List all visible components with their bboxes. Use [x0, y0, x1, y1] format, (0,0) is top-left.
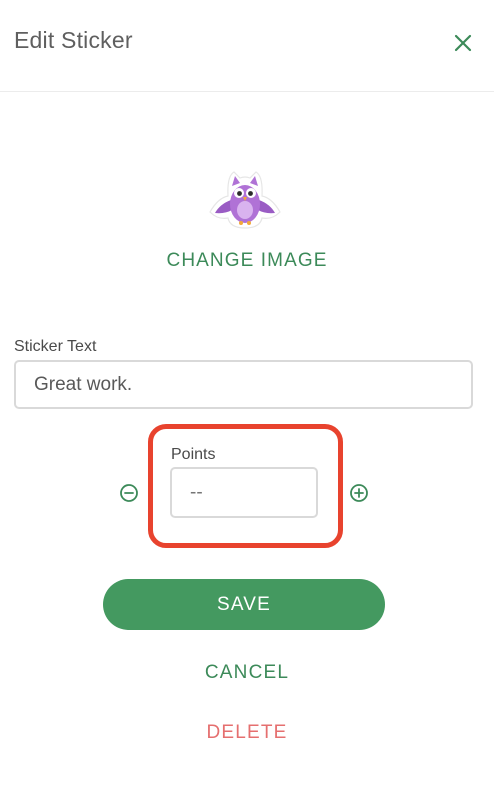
- edit-sticker-dialog: Edit Sticker CHANGE IMAGE Sticker Text P…: [0, 0, 494, 812]
- dialog-header: Edit Sticker: [0, 0, 494, 92]
- sticker-text-label: Sticker Text: [14, 338, 97, 355]
- points-label: Points: [171, 446, 216, 463]
- cancel-button[interactable]: CANCEL: [0, 662, 494, 684]
- sticker-text-input[interactable]: [14, 360, 473, 409]
- points-input[interactable]: [170, 467, 318, 518]
- owl-sticker-icon: [209, 171, 281, 229]
- minus-circle-icon[interactable]: [119, 483, 139, 503]
- save-button[interactable]: SAVE: [103, 579, 385, 630]
- delete-button[interactable]: DELETE: [0, 722, 494, 744]
- close-icon[interactable]: [451, 31, 475, 55]
- dialog-title: Edit Sticker: [14, 27, 133, 53]
- plus-circle-icon[interactable]: [349, 483, 369, 503]
- change-image-button[interactable]: CHANGE IMAGE: [0, 250, 494, 272]
